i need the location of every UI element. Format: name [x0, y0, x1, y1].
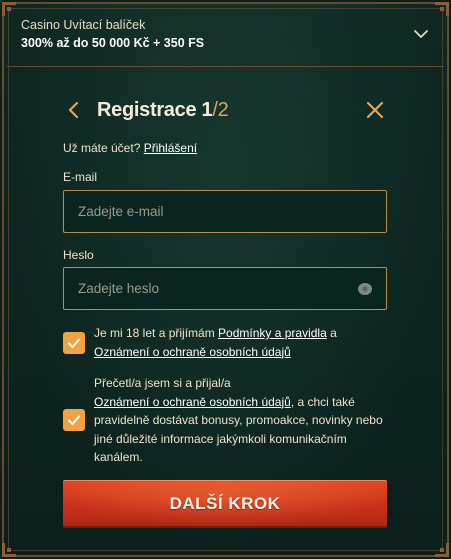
privacy-notice-link-2[interactable]: Oznámení o ochraně osobních údajů — [94, 395, 291, 409]
age-terms-checkbox[interactable] — [63, 332, 85, 354]
age-terms-text: Je mi 18 let a přijímám Podmínky a pravi… — [94, 324, 384, 361]
checkmark-icon — [68, 338, 80, 348]
marketing-consent-text: Přečetl/a jsem si a přijal/a Oznámení o … — [94, 374, 384, 467]
close-icon[interactable] — [366, 101, 384, 119]
account-question: Už máte účet? — [63, 141, 141, 155]
age-terms-text-mid: a — [326, 326, 337, 340]
password-field-wrapper — [63, 267, 387, 310]
chevron-down-icon[interactable] — [412, 25, 430, 43]
login-link[interactable]: Přihlášení — [144, 141, 197, 155]
corner-ornament — [2, 543, 16, 557]
chevron-left-icon[interactable] — [66, 100, 82, 120]
email-field[interactable] — [64, 191, 386, 232]
terms-link[interactable]: Podmínky a pravidla — [218, 326, 327, 340]
email-label: E-mail — [63, 170, 98, 184]
marketing-text-before: Přečetl/a jsem si a přijal/a — [94, 376, 231, 390]
page-title: Registrace 1/2 — [97, 96, 229, 124]
existing-account-line: Už máte účet? Přihlášení — [63, 141, 197, 155]
welcome-bonus-toggle[interactable]: Casino Uvítací balíček 300% až do 50 000… — [7, 7, 444, 67]
step-total: /2 — [212, 99, 229, 121]
password-field[interactable] — [64, 268, 386, 309]
privacy-notice-link[interactable]: Oznámení o ochraně osobních údajů — [94, 345, 291, 359]
marketing-consent-checkbox[interactable] — [63, 409, 85, 431]
age-terms-text-before: Je mi 18 let a přijímám — [94, 326, 219, 340]
corner-ornament — [435, 543, 449, 557]
next-step-button[interactable]: DALŠÍ KROK — [63, 480, 387, 528]
eye-icon[interactable] — [357, 281, 373, 297]
promo-title: Casino Uvítací balíček — [21, 18, 146, 32]
checkmark-icon — [68, 415, 80, 425]
title-text: Registrace 1 — [97, 99, 213, 121]
email-field-wrapper — [63, 190, 387, 233]
password-label: Heslo — [63, 248, 94, 262]
promo-subtitle: 300% až do 50 000 Kč + 350 FS — [21, 36, 205, 50]
